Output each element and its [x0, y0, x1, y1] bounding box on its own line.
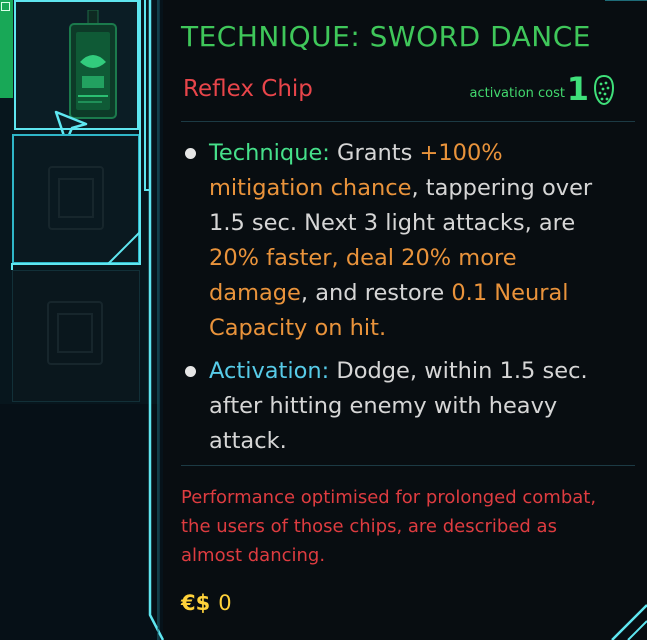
technique-bullet: Technique: Grants +100% mitigation chanc…	[183, 136, 593, 346]
activation-bullet: Activation: Dodge, within 1.5 sec. after…	[183, 354, 593, 459]
slot-column-lower-panel	[0, 404, 160, 640]
technique-text: , and restore	[300, 280, 452, 306]
flavor-text: Performance optimised for prolonged comb…	[181, 487, 597, 566]
tooltip-divider	[181, 465, 635, 466]
chip-slot-3[interactable]	[12, 270, 140, 402]
price: €$ 0	[181, 591, 232, 615]
technique-text: Grants	[329, 140, 420, 166]
neural-capacity-icon	[593, 74, 615, 106]
price-value: 0	[218, 591, 232, 615]
chip-slot-2[interactable]	[12, 134, 140, 264]
technique-label: Technique:	[209, 140, 330, 166]
activation-label: Activation:	[209, 358, 330, 384]
item-type: Reflex Chip	[183, 76, 313, 102]
equipped-indicator-strip	[0, 0, 13, 98]
strip-glyph-icon	[1, 2, 10, 11]
eurodollar-icon: €$	[181, 591, 211, 615]
item-tooltip: TECHNIQUE: SWORD DANCE Reflex Chip activ…	[163, 0, 647, 640]
tooltip-divider	[181, 121, 635, 122]
bullet-dot	[185, 366, 196, 377]
chip-slot-column	[0, 0, 160, 640]
activation-cost-value: 1	[566, 70, 589, 108]
empty-chip-slot-icon	[48, 166, 104, 230]
tooltip-title: TECHNIQUE: SWORD DANCE	[181, 20, 591, 53]
empty-chip-slot-icon	[47, 301, 103, 365]
activation-cost-label: activation cost	[469, 86, 566, 101]
bullet-dot	[185, 148, 196, 159]
effect-list: Technique: Grants +100% mitigation chanc…	[183, 136, 593, 459]
chip-slot-1[interactable]	[14, 0, 139, 144]
